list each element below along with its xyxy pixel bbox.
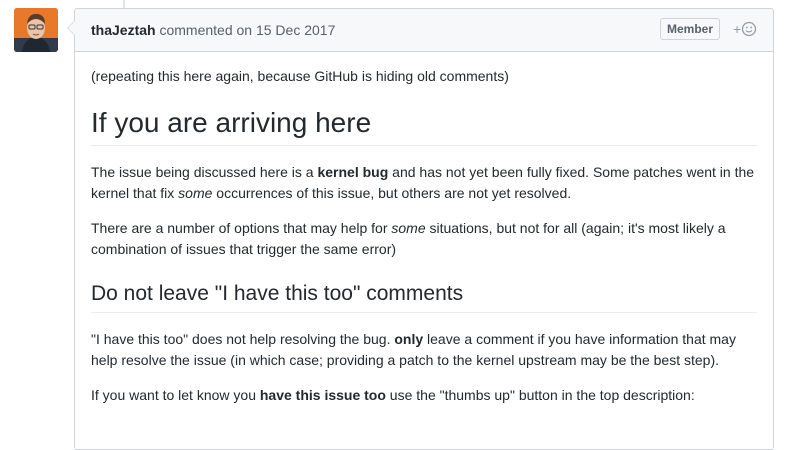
text-run: only — [394, 331, 424, 347]
text-run: kernel bug — [317, 164, 389, 180]
comment-date[interactable]: 15 Dec 2017 — [256, 22, 335, 38]
text-run: "I have this too" does not help resolvin… — [91, 331, 395, 347]
text-run: There are a number of options that may h… — [91, 220, 392, 236]
add-reaction-button[interactable]: + — [733, 21, 757, 37]
intro-paragraph: (repeating this here again, because GitH… — [91, 68, 509, 84]
text-run: The issue being discussed here is a — [91, 164, 318, 180]
heading-arriving: If you are arriving here — [91, 105, 757, 146]
paragraph-options: There are a number of options that may h… — [91, 218, 757, 260]
comment-meta: thaJeztah commented on 15 Dec 2017 — [91, 22, 335, 38]
text-run: use the "thumbs up" button in the top de… — [385, 387, 695, 403]
comment-body: (repeating this here again, because GitH… — [75, 52, 773, 406]
heading-no-comments: Do not leave "I have this too" comments — [91, 280, 757, 313]
plus-label: + — [733, 21, 742, 37]
avatar[interactable] — [14, 8, 58, 52]
comment-header: thaJeztah commented on 15 Dec 2017 Membe… — [75, 9, 773, 52]
comment-box: thaJeztah commented on 15 Dec 2017 Membe… — [67, 8, 774, 450]
member-badge: Member — [660, 18, 721, 40]
author-link[interactable]: thaJeztah — [91, 22, 156, 38]
comment-caret-inner — [68, 21, 75, 35]
text-run: occurrences of this issue, but others ar… — [212, 185, 572, 201]
paragraph-kernel-bug: The issue being discussed here is a kern… — [91, 162, 757, 204]
text-run: some — [178, 185, 213, 201]
paragraph-have-this-too: "I have this too" does not help resolvin… — [91, 329, 757, 371]
paragraph-thumbs-up: If you want to let know you have this is… — [91, 385, 757, 406]
text-run: If you want to let know you — [91, 387, 260, 403]
smiley-add-icon — [742, 21, 757, 37]
comment-action: commented on — [159, 22, 253, 38]
text-run: have this issue too — [259, 387, 386, 403]
text-run: some — [391, 220, 426, 236]
avatar-image — [14, 8, 58, 52]
